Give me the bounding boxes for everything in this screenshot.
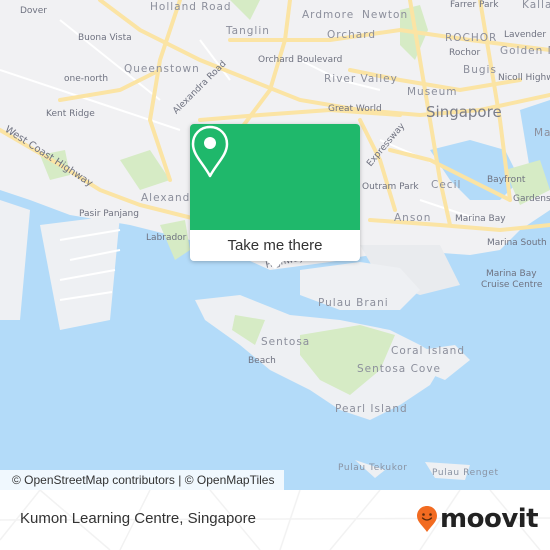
map-label-pearl-island: Pearl Island: [335, 403, 408, 415]
map-label-buona-vista: Buona Vista: [78, 33, 132, 43]
map-attribution[interactable]: © OpenStreetMap contributors | © OpenMap…: [0, 470, 285, 490]
map-label-one-north: one-north: [64, 74, 109, 84]
map-label-lavender: Lavender: [504, 30, 547, 40]
map-label-pasir-panjang: Pasir Panjang: [79, 209, 139, 219]
map-label-singapore: Singapore: [426, 103, 502, 121]
map-label-coral-island: Coral Island: [391, 345, 466, 357]
map-label-pulau-tekukor: Pulau Tekukor: [338, 463, 408, 473]
map-pin-icon: [191, 125, 229, 178]
map-label-beach: Beach: [248, 356, 276, 366]
map-label-marina-south-pier: Marina South Pi: [487, 238, 550, 248]
place-name: Kumon Learning Centre, Singapore: [20, 510, 256, 527]
map-label-sentosa-cove: Sentosa Cove: [357, 363, 441, 375]
location-popup[interactable]: Take me there: [190, 124, 360, 269]
map-label-bugis: Bugis: [463, 64, 497, 76]
map-label-nicoll-highway: Nicoll Highw: [498, 73, 550, 83]
map-label-tanglin: Tanglin: [226, 25, 270, 37]
map-label-holland-road: Holland Road: [150, 1, 232, 13]
moovit-wordmark: moovit: [440, 504, 539, 534]
map-label-museum: Museum: [407, 86, 458, 98]
map-label-gardens: Gardens: [513, 194, 550, 204]
map-label-orchard: Orchard: [327, 29, 377, 41]
popup-header: [190, 124, 360, 230]
map-view[interactable]: Dover Holland Road Ardmore Newton Farrer…: [0, 0, 550, 490]
map-label-cecil: Cecil: [431, 179, 462, 191]
map-label-farrer-park: Farrer Park: [450, 0, 499, 10]
map-label-labrador-park: Labrador P: [146, 233, 195, 243]
map-label-pulau-renget: Pulau Renget: [432, 468, 499, 478]
map-label-bayfront: Bayfront: [487, 175, 526, 185]
map-label-golden-mile: Golden M: [500, 45, 550, 57]
map-label-marina-bay: Marina Bay: [455, 214, 506, 224]
map-label-pulau-brani: Pulau Brani: [318, 297, 389, 309]
map-label-kallang: Kalla: [522, 0, 550, 11]
map-label-outram-park: Outram Park: [362, 182, 419, 192]
map-label-great-world: Great World: [328, 104, 382, 114]
map-label-rochor: Rochor: [449, 48, 481, 58]
map-label-queenstown: Queenstown: [124, 63, 200, 75]
moovit-logo[interactable]: moovit: [416, 504, 539, 534]
map-label-river-valley: River Valley: [324, 73, 398, 85]
map-label-newton: Newton: [362, 9, 409, 21]
map-label-cruise-centre-2: Cruise Centre: [481, 280, 543, 290]
map-label-cruise-centre-1: Marina Bay: [486, 269, 537, 279]
map-label-anson: Anson: [394, 212, 432, 224]
take-me-there-button[interactable]: Take me there: [190, 230, 360, 261]
map-label-rochor-district: ROCHOR: [445, 32, 498, 44]
map-label-ardmore: Ardmore: [302, 9, 355, 21]
popup-pointer: [267, 261, 283, 269]
moovit-pin-icon: [417, 506, 437, 532]
map-label-orchard-boulevard: Orchard Boulevard: [258, 55, 343, 65]
map-label-marina-east: Ma: [534, 127, 550, 139]
map-label-kent-ridge: Kent Ridge: [46, 109, 95, 119]
map-label-sentosa: Sentosa: [261, 336, 311, 348]
map-label-dover: Dover: [20, 6, 47, 16]
